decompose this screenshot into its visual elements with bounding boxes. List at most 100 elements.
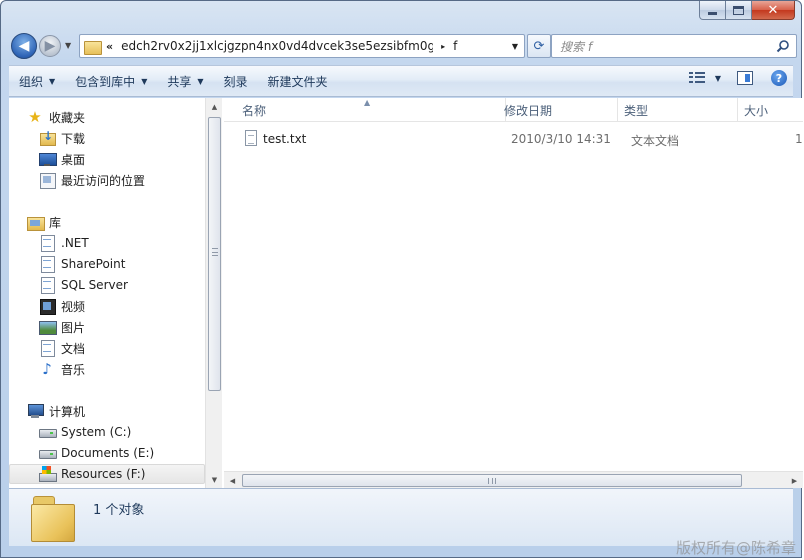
document-library-icon: [39, 256, 55, 273]
sidebar-item-dotnet[interactable]: .NET: [39, 233, 89, 253]
preview-pane-icon[interactable]: [737, 71, 753, 85]
sidebar-item-label: SharePoint: [61, 257, 126, 271]
scroll-down-icon[interactable]: ▼: [206, 471, 223, 488]
column-header-name[interactable]: 名称: [236, 98, 506, 122]
address-separator-arrow[interactable]: ▸: [441, 42, 445, 51]
column-header-type[interactable]: 类型: [618, 98, 738, 122]
change-view-icon[interactable]: [688, 72, 705, 84]
scroll-left-icon[interactable]: ◀: [224, 472, 241, 489]
view-options-dropdown[interactable]: ▼: [715, 74, 721, 83]
close-icon: ✕: [767, 2, 779, 18]
sidebar-item-favorites[interactable]: ★ 收藏夹: [27, 107, 85, 127]
desktop-icon: [39, 151, 57, 167]
scrollbar-thumb[interactable]: [242, 474, 742, 487]
address-bar[interactable]: « edch2rv0x2jj1xlcjgzpn4nx0vd4dvcek3se5e…: [79, 34, 525, 58]
address-current-folder[interactable]: f: [453, 39, 457, 53]
share-menu[interactable]: 共享 ▼: [157, 69, 213, 93]
close-button[interactable]: ✕: [752, 1, 795, 20]
picture-library-icon: [39, 319, 57, 335]
horizontal-scrollbar[interactable]: ◀ ▶: [224, 471, 803, 488]
music-library-icon: ♪: [42, 360, 52, 378]
sidebar-item-videos[interactable]: 视频: [39, 296, 85, 316]
scroll-right-icon[interactable]: ▶: [786, 472, 803, 489]
sidebar-item-computer[interactable]: 计算机: [27, 401, 85, 421]
minimize-icon: [708, 11, 717, 15]
sidebar-item-documents[interactable]: 文档: [39, 338, 85, 358]
recent-places-icon: [39, 172, 56, 189]
sidebar-item-sql-server[interactable]: SQL Server: [39, 275, 128, 295]
grip-icon: [212, 248, 218, 256]
file-list-pane: ▲ 名称 修改日期 类型 大小 test.txt 2010/3/10 14:31…: [224, 98, 803, 488]
new-folder-label: 新建文件夹: [267, 74, 328, 89]
column-header-label: 类型: [624, 103, 649, 118]
address-history-dropdown[interactable]: ▼: [506, 35, 524, 57]
search-placeholder: 搜索 f: [560, 39, 593, 54]
column-header-label: 大小: [744, 103, 769, 118]
column-header-modified[interactable]: 修改日期: [498, 98, 618, 122]
sidebar-item-libraries[interactable]: 库: [27, 212, 61, 232]
file-row[interactable]: test.txt 2010/3/10 14:31 文本文档 1: [240, 129, 804, 149]
sidebar-item-desktop[interactable]: 桌面: [39, 149, 85, 169]
sidebar-item-label: 计算机: [49, 404, 86, 419]
drive-icon: [39, 445, 57, 461]
sidebar-item-label: SQL Server: [61, 278, 128, 292]
scrollbar-thumb[interactable]: [208, 117, 221, 391]
sidebar-item-music[interactable]: ♪ 音乐: [39, 359, 85, 379]
search-input[interactable]: 搜索 f: [551, 34, 797, 58]
sidebar-item-downloads[interactable]: 下载: [39, 128, 85, 148]
video-library-icon: [39, 298, 56, 315]
folder-icon: [29, 494, 75, 542]
sidebar-item-label: System (C:): [61, 425, 132, 439]
document-library-icon: [39, 277, 55, 294]
sidebar-item-recent-places[interactable]: 最近访问的位置: [39, 170, 145, 190]
libraries-icon: [27, 214, 45, 231]
sidebar-item-drive-c[interactable]: System (C:): [39, 422, 131, 442]
maximize-icon: [733, 5, 744, 15]
navigation-row: ◀ ▶ ▼ « edch2rv0x2jj1xlcjgzpn4nx0vd4dvce…: [9, 31, 797, 61]
document-library-icon: [39, 235, 55, 252]
sidebar-item-pictures[interactable]: 图片: [39, 317, 85, 337]
sidebar-item-label: Documents (E:): [61, 446, 155, 460]
organize-label: 组织: [19, 74, 44, 89]
column-header-label: 修改日期: [504, 103, 553, 118]
burn-button[interactable]: 刻录: [214, 69, 258, 93]
refresh-icon: ⟳: [533, 38, 545, 54]
navigation-pane-scrollbar[interactable]: ▲ ▼: [205, 98, 222, 488]
sidebar-item-label: 视频: [61, 299, 86, 314]
minimize-button[interactable]: [699, 1, 726, 20]
computer-icon: [27, 403, 44, 419]
sidebar-item-drive-e[interactable]: Documents (E:): [39, 443, 154, 463]
sidebar-item-label: 最近访问的位置: [61, 173, 146, 188]
forward-arrow-icon: ▶: [44, 38, 56, 54]
sidebar-item-sharepoint[interactable]: SharePoint: [39, 254, 125, 274]
explorer-panes: ★ 收藏夹 下载 桌面 最近访问的位置 库 .NET: [9, 98, 803, 488]
include-in-library-label: 包含到库中: [75, 74, 136, 89]
scroll-up-icon[interactable]: ▲: [206, 98, 223, 115]
downloads-folder-icon: [39, 129, 56, 146]
text-file-icon: [245, 130, 257, 146]
file-name: test.txt: [263, 132, 307, 146]
copyright-watermark: 版权所有@陈希章: [675, 539, 796, 557]
sidebar-item-label: .NET: [61, 236, 89, 250]
sidebar-item-label: 桌面: [61, 152, 86, 167]
forward-button[interactable]: ▶: [39, 35, 61, 57]
new-folder-button[interactable]: 新建文件夹: [258, 69, 338, 93]
chevron-down-icon: ▼: [197, 76, 204, 86]
maximize-button[interactable]: [726, 1, 752, 20]
command-bar: 组织 ▼ 包含到库中 ▼ 共享 ▼ 刻录 新建文件夹 ▼ ?: [9, 65, 793, 97]
help-icon[interactable]: ?: [771, 70, 787, 86]
column-header-size[interactable]: 大小: [738, 98, 803, 122]
sidebar-item-drive-f[interactable]: Resources (F:): [9, 464, 205, 484]
search-icon[interactable]: [776, 39, 790, 53]
document-library-icon: [39, 340, 55, 357]
include-in-library-menu[interactable]: 包含到库中 ▼: [65, 69, 157, 93]
star-icon: ★: [28, 108, 42, 126]
organize-menu[interactable]: 组织 ▼: [9, 69, 65, 93]
drive-icon: [39, 424, 57, 440]
back-button[interactable]: ◀: [11, 33, 37, 59]
recent-pages-dropdown[interactable]: ▼: [65, 41, 71, 50]
sidebar-item-label: 图片: [61, 320, 86, 335]
address-overflow-chevrons[interactable]: «: [106, 40, 113, 53]
address-path-segment[interactable]: edch2rv0x2jj1xlcjgzpn4nx0vd4dvcek3se5ezs…: [121, 39, 433, 53]
refresh-button[interactable]: ⟳: [527, 34, 551, 58]
